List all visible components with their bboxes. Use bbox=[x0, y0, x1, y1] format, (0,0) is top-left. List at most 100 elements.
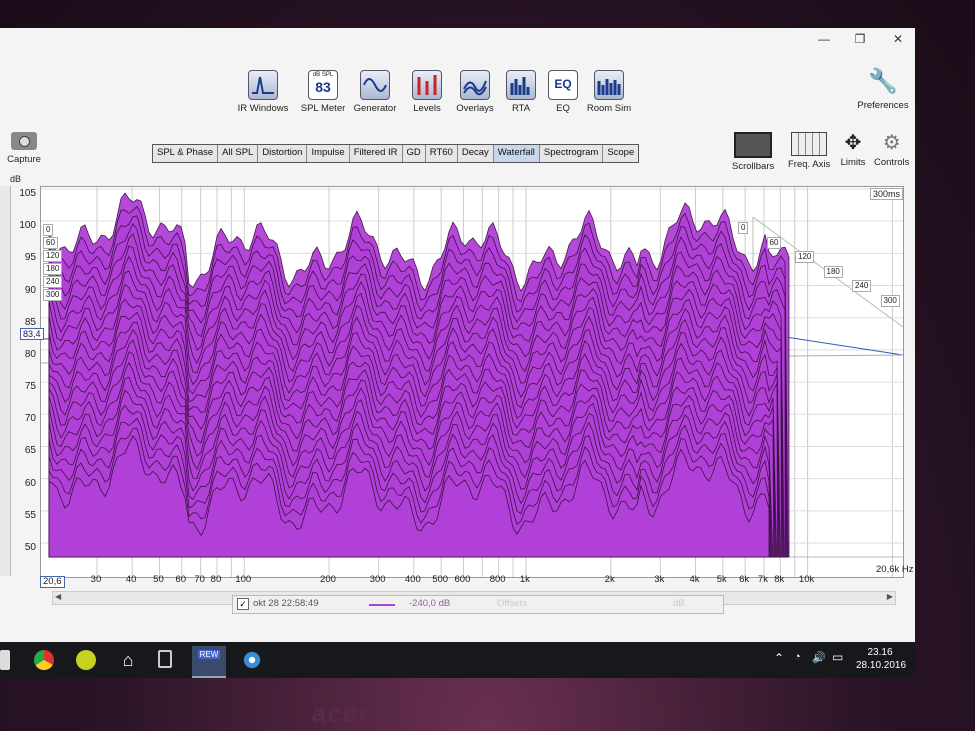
offsets-unit: dB bbox=[673, 598, 685, 609]
tab-rt60[interactable]: RT60 bbox=[426, 145, 458, 162]
y-cursor-value: 83,4 bbox=[20, 328, 44, 340]
home-icon[interactable]: ⌂ bbox=[118, 650, 138, 670]
x-tick-label: 3k bbox=[654, 574, 665, 585]
ir-windows-icon bbox=[248, 70, 278, 100]
scroll-left-arrow-icon[interactable]: ◀ bbox=[55, 592, 61, 601]
freq-axis-icon bbox=[791, 132, 828, 156]
close-button[interactable]: ✕ bbox=[886, 32, 910, 46]
measurement-status: ✓ okt 28 22:58:49 -240,0 dB Offsets dB bbox=[232, 595, 724, 614]
preferences-label: Preferences bbox=[857, 100, 909, 111]
taskbar-date: 28.10.2016 bbox=[856, 660, 907, 671]
toolbar-room-sim-button[interactable]: Room Sim bbox=[576, 70, 642, 114]
control-scrollbars-button[interactable]: Scrollbars bbox=[732, 132, 774, 172]
windows-taskbar: ⌂ REW ⌃ ◔ 🔊 ▭ 23.16 28.10.2016 bbox=[0, 642, 915, 678]
minimize-button[interactable]: — bbox=[812, 32, 836, 46]
tab-gd[interactable]: GD bbox=[403, 145, 426, 162]
toolbar-label: SPL Meter bbox=[300, 103, 346, 114]
time-label-right: 240 bbox=[852, 280, 872, 292]
toolbar-ir-windows-button[interactable]: IR Windows bbox=[230, 70, 296, 114]
measurement-line-icon bbox=[369, 604, 395, 606]
time-label-left: 120 bbox=[43, 250, 63, 262]
time-label-right: 120 bbox=[795, 251, 815, 263]
gear-icon: ⚙ bbox=[882, 132, 901, 154]
x-tick-label: 40 bbox=[125, 574, 137, 585]
x-tick-label: 10k bbox=[798, 574, 815, 585]
y-axis-unit: dB bbox=[10, 174, 22, 184]
chrome-icon[interactable] bbox=[34, 650, 54, 670]
rew-taskbar-button[interactable]: REW bbox=[192, 646, 226, 678]
x-end-value: 20,6k Hz bbox=[876, 564, 914, 575]
toolbar-badge-value: 83 bbox=[315, 79, 331, 95]
tab-impulse[interactable]: Impulse bbox=[307, 145, 350, 162]
tab-spectrogram[interactable]: Spectrogram bbox=[540, 145, 604, 162]
taskbar-time: 23.16 bbox=[867, 647, 893, 658]
x-tick-label: 400 bbox=[404, 574, 421, 585]
control-controls-button[interactable]: ⚙ Controls bbox=[874, 132, 909, 168]
maximize-button[interactable]: ❐ bbox=[848, 32, 872, 46]
x-tick-label: 60 bbox=[175, 574, 187, 585]
notification-icon[interactable]: ▭ bbox=[832, 650, 843, 664]
measurement-level: -240,0 dB bbox=[409, 598, 451, 609]
overlays-icon-glyph bbox=[463, 80, 487, 96]
x-tick-label: 100 bbox=[235, 574, 252, 585]
wifi-icon[interactable]: ◔ bbox=[794, 651, 801, 663]
limits-icon: ✥ bbox=[844, 132, 862, 154]
tab-filtered-ir[interactable]: Filtered IR bbox=[350, 145, 403, 162]
generator-icon-glyph bbox=[363, 78, 387, 92]
tab-spl-phase[interactable]: SPL & Phase bbox=[153, 145, 219, 162]
graph-tabs: SPL & Phase All SPL Distortion Impulse Filte… bbox=[152, 144, 640, 163]
toolbar-label: EQ bbox=[556, 103, 570, 114]
tab-waterfall[interactable]: Waterfall bbox=[493, 145, 540, 162]
generator-icon bbox=[360, 70, 390, 100]
windows-start-icon[interactable] bbox=[0, 650, 10, 670]
overlays-icon bbox=[460, 70, 490, 100]
x-start-value: 20,6 bbox=[40, 576, 65, 588]
device-icon[interactable] bbox=[158, 650, 172, 668]
levels-icon bbox=[412, 70, 442, 100]
tab-scope[interactable]: Scope bbox=[603, 145, 638, 162]
control-limits-button[interactable]: ✥ Limits bbox=[836, 132, 870, 168]
measurement-date: okt 28 22:58:49 bbox=[253, 598, 319, 609]
tab-distortion[interactable]: Distortion bbox=[258, 145, 308, 162]
capture-button[interactable]: Capture bbox=[2, 132, 46, 165]
x-tick-label: 300 bbox=[369, 574, 386, 585]
x-tick-label: 200 bbox=[320, 574, 336, 585]
spl-meter-icon: dB SPL 83 bbox=[308, 70, 338, 100]
spotify-icon[interactable] bbox=[76, 650, 96, 670]
control-label: Scrollbars bbox=[732, 161, 775, 172]
control-label: Freq. Axis bbox=[788, 159, 831, 170]
toolbar-label: Levels bbox=[413, 103, 441, 114]
wrench-icon: 🔧 bbox=[868, 68, 898, 95]
x-tick-label: 5k bbox=[716, 574, 727, 585]
x-tick-label: 30 bbox=[90, 574, 102, 585]
control-freq-axis-button[interactable]: Freq. Axis bbox=[788, 132, 830, 170]
eq-icon: EQ bbox=[548, 70, 578, 100]
preferences-button[interactable]: 🔧 Preferences bbox=[850, 68, 915, 111]
time-label-right: 300 bbox=[880, 294, 900, 307]
tab-all-spl[interactable]: All SPL bbox=[218, 145, 259, 162]
x-tick-label: 1k bbox=[519, 574, 530, 585]
time-label-left: 60 bbox=[43, 237, 58, 249]
chevron-up-icon[interactable]: ⌃ bbox=[774, 651, 784, 665]
offsets-label: Offsets bbox=[497, 598, 527, 609]
x-tick-label: 800 bbox=[489, 574, 506, 585]
screen: — ❐ ✕ IR Windows dB SPL 83 SPL Meter Generat… bbox=[0, 28, 915, 678]
app-circle-icon[interactable] bbox=[242, 650, 262, 670]
taskbar-clock[interactable]: 23.16 28.10.2016 bbox=[856, 646, 907, 672]
x-tick-label: 80 bbox=[210, 574, 222, 585]
volume-icon[interactable]: 🔊 bbox=[812, 651, 826, 664]
x-tick-label: 8k bbox=[774, 574, 785, 585]
rew-app-icon: REW bbox=[198, 650, 220, 659]
toolbar-label: Room Sim bbox=[586, 103, 632, 114]
x-tick-label: 2k bbox=[604, 574, 615, 585]
time-label-left: 0 bbox=[43, 224, 54, 236]
x-tick-label: 500 bbox=[432, 574, 449, 585]
time-corner-label: 300ms bbox=[870, 188, 904, 200]
toolbar-badge-value: EQ bbox=[554, 77, 572, 91]
vertical-scrollbar[interactable] bbox=[0, 186, 11, 576]
time-label-left: 300 bbox=[43, 289, 63, 301]
toolbar-label: IR Windows bbox=[237, 103, 289, 114]
tab-decay[interactable]: Decay bbox=[458, 145, 494, 162]
measurement-checkbox[interactable]: ✓ bbox=[237, 598, 249, 610]
scroll-right-arrow-icon[interactable]: ▶ bbox=[887, 592, 893, 601]
